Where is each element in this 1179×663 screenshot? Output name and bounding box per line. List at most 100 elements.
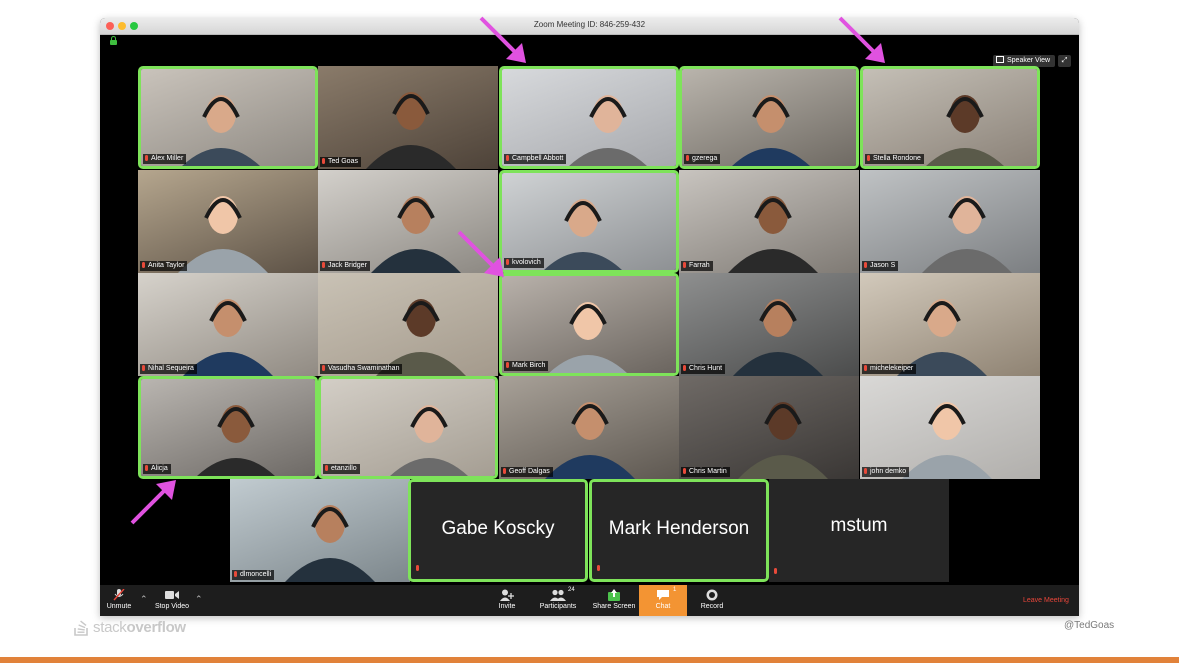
participant-tile[interactable]: Chris Martin — [679, 376, 859, 479]
participant-tile[interactable]: Ted Goas — [318, 66, 498, 169]
participant-silhouette — [922, 196, 1012, 273]
participant-name-text: Chris Hunt — [689, 365, 723, 372]
participant-name: Gabe Koscky — [441, 518, 555, 539]
participants-button[interactable]: 24 Participants — [536, 585, 580, 616]
participant-tile[interactable]: michelekeiper — [860, 273, 1040, 376]
participant-name: Chris Hunt — [681, 364, 726, 374]
participant-tile[interactable]: Anita Taylor — [138, 170, 318, 273]
share-screen-button[interactable]: Share Screen — [590, 585, 638, 616]
video-options-chevron-icon[interactable]: ⌃ — [195, 594, 203, 605]
muted-mic-icon — [322, 262, 325, 268]
participant-name: Mark Birch — [504, 361, 549, 371]
participant-name: Ted Goas — [320, 157, 361, 167]
participants-label: Participants — [539, 603, 577, 610]
muted-mic-icon — [322, 365, 325, 371]
participant-tile[interactable]: Stella Rondone — [860, 66, 1040, 169]
unmute-button[interactable]: Unmute — [100, 585, 138, 616]
participant-tile[interactable]: Alicja — [138, 376, 318, 479]
chat-badge: 1 — [673, 587, 677, 593]
share-screen-label: Share Screen — [592, 603, 636, 610]
gallery-view: Speaker View ⤢ Alex Miller Ted Goas Campbe… — [100, 35, 1079, 585]
participant-tile[interactable]: mstum — [769, 479, 949, 582]
chat-bubble-icon — [657, 590, 669, 600]
muted-mic-icon — [325, 465, 328, 471]
fullscreen-button[interactable]: ⤢ — [1058, 55, 1071, 67]
arrow-annotation-center — [457, 230, 504, 277]
record-button[interactable]: Record — [695, 585, 729, 616]
stop-video-button[interactable]: Stop Video — [150, 585, 194, 616]
participants-count: 24 — [568, 587, 575, 593]
participant-name-text: gzerega — [692, 155, 718, 162]
participant-silhouette — [545, 402, 635, 479]
participant-name-text: Alex Miller — [151, 155, 184, 162]
participant-name-text: john demko — [870, 468, 907, 475]
participant-name: Stella Rondone — [865, 154, 924, 164]
muted-mic-icon — [506, 155, 509, 161]
participant-name: kvolovich — [504, 258, 544, 268]
participant-name-text: Alicja — [151, 465, 168, 472]
participant-name-text: Chris Martin — [689, 468, 727, 475]
muted-mic-icon — [864, 262, 867, 268]
muted-mic-icon — [416, 565, 419, 571]
participant-tile[interactable]: etanzillo — [318, 376, 498, 479]
participant-tile[interactable]: Vasudha Swaminathan — [318, 273, 498, 376]
participant-silhouette — [285, 505, 375, 582]
participant-tile[interactable]: Gabe Koscky — [408, 479, 588, 582]
participant-tile[interactable]: Jason S — [860, 170, 1040, 273]
participant-tile[interactable]: john demko — [860, 376, 1040, 479]
participant-tile[interactable]: Alex Miller — [138, 66, 318, 169]
participant-tile[interactable]: Mark Birch — [499, 273, 679, 376]
participant-name-text: michelekeiper — [870, 365, 914, 372]
participant-silhouette — [183, 299, 273, 376]
participant-tile[interactable]: Geoff Dalgas — [499, 376, 679, 479]
arrow-annotation-top-right — [838, 16, 885, 63]
stackoverflow-icon — [74, 620, 88, 636]
logo-text-bold: overflow — [126, 619, 187, 636]
chat-label: Chat — [655, 603, 671, 610]
participant-tile[interactable]: Nihal Sequeira — [138, 273, 318, 376]
participant-tile[interactable]: gzerega — [679, 66, 859, 169]
participant-silhouette — [897, 299, 987, 376]
muted-mic-icon — [322, 158, 325, 164]
audio-options-chevron-icon[interactable]: ⌃ — [140, 594, 148, 605]
muted-mic-icon — [864, 365, 867, 371]
participants-icon — [550, 589, 566, 601]
stackoverflow-logo: stackoverflow — [74, 618, 186, 638]
footer-accent-bar — [0, 657, 1179, 663]
participant-tile[interactable]: dlmoncelli — [230, 479, 410, 582]
muted-mic-icon — [234, 571, 237, 577]
muted-mic-icon — [774, 568, 777, 574]
chat-button[interactable]: 1 Chat — [639, 585, 687, 616]
participant-name: Chris Martin — [681, 467, 730, 477]
participant-silhouette — [376, 299, 466, 376]
muted-mic-icon — [145, 155, 148, 161]
muted-mic-icon — [145, 465, 148, 471]
participant-tile[interactable]: Farrah — [679, 170, 859, 273]
participant-name: Farrah — [681, 261, 713, 271]
participant-tile[interactable]: Mark Henderson — [589, 479, 769, 582]
muted-mic-icon — [683, 262, 686, 268]
participant-tile[interactable]: Campbell Abbott — [499, 66, 679, 169]
muted-mic-icon — [113, 589, 125, 601]
muted-mic-icon — [142, 365, 145, 371]
participant-name-text: etanzillo — [331, 465, 357, 472]
author-credit: @TedGoas — [1064, 620, 1115, 631]
muted-mic-icon — [683, 468, 686, 474]
muted-mic-icon — [503, 468, 506, 474]
lock-icon[interactable] — [110, 36, 117, 45]
participant-tile[interactable]: kvolovich — [499, 170, 679, 273]
participant-name: Alex Miller — [143, 154, 187, 164]
share-screen-icon — [608, 589, 620, 601]
participant-name-text: Geoff Dalgas — [509, 468, 550, 475]
leave-meeting-button[interactable]: Leave Meeting — [1023, 597, 1069, 604]
muted-mic-icon — [142, 262, 145, 268]
participant-name: dlmoncelli — [232, 570, 275, 580]
muted-mic-icon — [597, 557, 603, 575]
participant-silhouette — [902, 402, 992, 479]
participant-silhouette — [728, 196, 818, 273]
participant-name-text: Campbell Abbott — [512, 155, 564, 162]
participant-name-text: Mark Birch — [512, 362, 546, 369]
participant-tile[interactable]: Chris Hunt — [679, 273, 859, 376]
invite-button[interactable]: Invite — [492, 585, 522, 616]
participant-name-text: Ted Goas — [328, 158, 358, 165]
